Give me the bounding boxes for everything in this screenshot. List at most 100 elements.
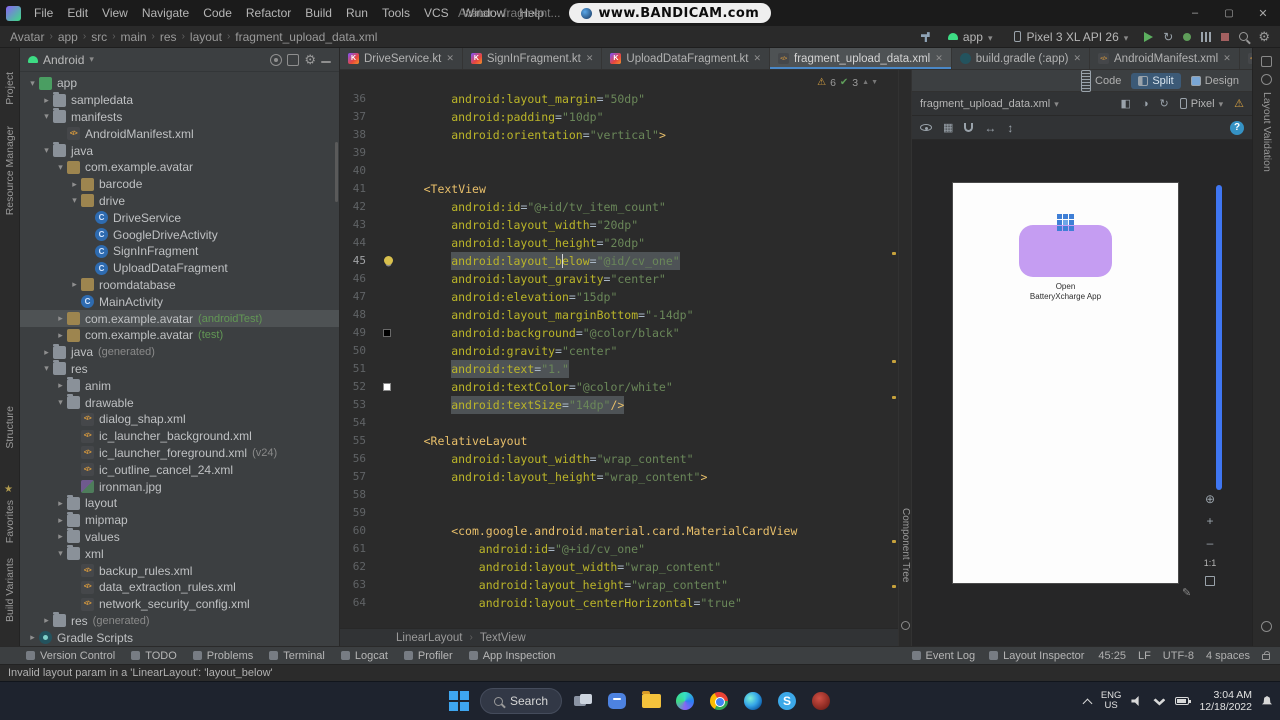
tree-row[interactable]: ▸ anim xyxy=(20,377,339,394)
hide-panel-icon[interactable] xyxy=(321,60,331,63)
code-line[interactable]: 58 xyxy=(340,486,898,504)
code-line[interactable]: 38 android:orientation="vertical"> xyxy=(340,126,898,144)
tree-chevron-icon[interactable]: ▸ xyxy=(54,498,67,509)
menu-item-edit[interactable]: Edit xyxy=(60,6,95,20)
close-tab-icon[interactable] xyxy=(446,53,454,64)
tree-chevron-icon[interactable]: ▾ xyxy=(40,145,53,156)
tree-row[interactable]: ▸ mipmap xyxy=(20,511,339,529)
tree-row[interactable]: backup_rules.xml xyxy=(20,562,339,579)
tree-row[interactable]: ▸ roomdatabase xyxy=(20,277,339,294)
design-file-selector[interactable]: fragment_upload_data.xml xyxy=(920,98,1059,110)
tool-button-terminal[interactable]: Terminal xyxy=(269,650,325,662)
menu-item-run[interactable]: Run xyxy=(339,6,375,20)
menu-item-tools[interactable]: Tools xyxy=(375,6,417,20)
editor-tab[interactable]: DriveService.kt xyxy=(340,48,463,69)
collapse-all-icon[interactable] xyxy=(287,53,300,66)
search-box[interactable]: Search xyxy=(479,688,563,714)
tool-window-button-layout-validation[interactable]: Layout Validation xyxy=(1261,92,1273,172)
tree-chevron-icon[interactable]: ▸ xyxy=(26,632,39,643)
tree-row[interactable]: ic_launcher_background.xml xyxy=(20,428,339,445)
horizontal-constraint-icon[interactable] xyxy=(984,121,996,135)
tree-chevron-icon[interactable]: ▾ xyxy=(40,111,53,122)
code-line[interactable]: 45 android:layout_below="@id/cv_one" xyxy=(340,252,898,270)
zoom-in-icon[interactable] xyxy=(1202,514,1218,528)
breadcrumb-item[interactable]: src xyxy=(91,30,107,44)
chrome-icon[interactable] xyxy=(706,688,732,714)
close-tab-icon[interactable] xyxy=(935,53,943,64)
tree-chevron-icon[interactable]: ▾ xyxy=(54,162,67,173)
tool-window-button-resource-manager[interactable]: Resource Manager xyxy=(4,126,16,215)
tree-chevron-icon[interactable]: ▸ xyxy=(54,330,67,341)
design-scrollbar[interactable] xyxy=(1216,185,1222,490)
preview-device-selector[interactable]: Pixel xyxy=(1179,98,1223,110)
menu-item-view[interactable]: View xyxy=(95,6,135,20)
breadcrumb-item[interactable]: fragment_upload_data.xml xyxy=(235,30,377,44)
tree-chevron-icon[interactable]: ▸ xyxy=(54,313,67,324)
tree-row[interactable]: data_extraction_rules.xml xyxy=(20,579,339,596)
tree-row[interactable]: AndroidManifest.xml xyxy=(20,125,339,142)
zoom-out-icon[interactable] xyxy=(1202,536,1218,550)
editor-tab[interactable]: build.gradle (:app) xyxy=(952,48,1090,69)
tool-button-problems[interactable]: Problems xyxy=(192,650,253,662)
code-line[interactable]: 53 android:textSize="14dp"/> xyxy=(340,396,898,414)
vertical-constraint-icon[interactable] xyxy=(1007,121,1013,135)
code-line[interactable]: 60 <com.google.android.material.card.Mate… xyxy=(340,522,898,540)
tree-row[interactable]: ▾ res xyxy=(20,360,339,378)
view-options-icon[interactable] xyxy=(920,124,932,131)
tree-chevron-icon[interactable]: ▾ xyxy=(54,548,67,559)
tree-chevron-icon[interactable]: ▸ xyxy=(40,615,53,626)
menu-item-vcs[interactable]: VCS xyxy=(417,6,456,20)
code-line[interactable]: 61 android:id="@+id/cv_one" xyxy=(340,540,898,558)
lock-icon[interactable] xyxy=(1262,651,1270,660)
code-line[interactable]: 51 android:text="1." xyxy=(340,360,898,378)
pan-icon[interactable] xyxy=(1202,492,1218,506)
tool-button-todo[interactable]: TODO xyxy=(131,650,177,662)
tree-chevron-icon[interactable]: ▸ xyxy=(40,347,53,358)
tool-window-button-project[interactable]: Project xyxy=(4,72,16,105)
battery-icon[interactable] xyxy=(1175,697,1192,705)
close-icon[interactable] xyxy=(1246,0,1280,26)
tree-chevron-icon[interactable]: ▸ xyxy=(54,531,67,542)
breadcrumb-item[interactable]: main xyxy=(121,30,147,44)
tree-row[interactable]: ▸ java (generated) xyxy=(20,343,339,361)
task-view-icon[interactable] xyxy=(570,688,596,714)
menu-item-code[interactable]: Code xyxy=(196,6,239,20)
assistant-icon[interactable] xyxy=(1261,74,1272,85)
code-line[interactable]: 64 android:layout_centerHorizontal="true" xyxy=(340,594,898,612)
mode-design[interactable]: Design xyxy=(1184,73,1246,89)
mode-split[interactable]: Split xyxy=(1131,72,1181,89)
editor-tab[interactable]: AndroidManifest.xml xyxy=(1090,48,1240,69)
tree-chevron-icon[interactable]: ▸ xyxy=(40,95,53,106)
tray-expand-icon[interactable] xyxy=(1082,698,1093,708)
locate-file-icon[interactable] xyxy=(270,53,283,66)
tool-button-app-inspection[interactable]: App Inspection xyxy=(468,650,556,662)
line-ending[interactable]: LF xyxy=(1138,650,1151,662)
tree-row[interactable]: ic_outline_cancel_24.xml xyxy=(20,461,339,478)
mode-code[interactable]: Code xyxy=(1074,68,1128,94)
volume-icon[interactable] xyxy=(1131,696,1139,706)
sync-icon[interactable] xyxy=(1163,30,1173,44)
tree-row[interactable]: C MainActivity xyxy=(20,293,339,310)
color-swatch-black[interactable] xyxy=(383,329,391,337)
grid-icon[interactable] xyxy=(943,121,953,134)
tool-button-logcat[interactable]: Logcat xyxy=(340,650,388,662)
clock[interactable]: 3:04 AM 12/18/2022 xyxy=(1199,689,1252,714)
tool-button-event-log[interactable]: Event Log xyxy=(911,650,975,662)
minimize-icon[interactable] xyxy=(1178,0,1212,26)
tree-row[interactable]: ic_launcher_foreground.xml (v24) xyxy=(20,445,339,462)
search-icon[interactable] xyxy=(1239,32,1249,41)
code-line[interactable]: 39 xyxy=(340,144,898,162)
xml-breadcrumb-item[interactable]: TextView xyxy=(480,632,526,644)
tree-chevron-icon[interactable]: ▾ xyxy=(26,78,39,89)
tree-chevron-icon[interactable]: ▸ xyxy=(54,380,67,391)
code-line[interactable]: 62 android:layout_width="wrap_content" xyxy=(340,558,898,576)
project-scrollbar[interactable] xyxy=(335,142,338,202)
tree-row[interactable]: ▸ Gradle Scripts xyxy=(20,629,339,646)
code-line[interactable]: 44 android:layout_height="20dp" xyxy=(340,234,898,252)
code-line[interactable]: 37 android:padding="10dp" xyxy=(340,108,898,126)
maximize-icon[interactable] xyxy=(1212,0,1246,26)
gradle-icon[interactable] xyxy=(1261,621,1272,632)
start-button[interactable] xyxy=(446,688,472,714)
indent-setting[interactable]: 4 spaces xyxy=(1206,650,1250,662)
tool-window-button-favorites[interactable]: Favorites xyxy=(4,500,16,543)
